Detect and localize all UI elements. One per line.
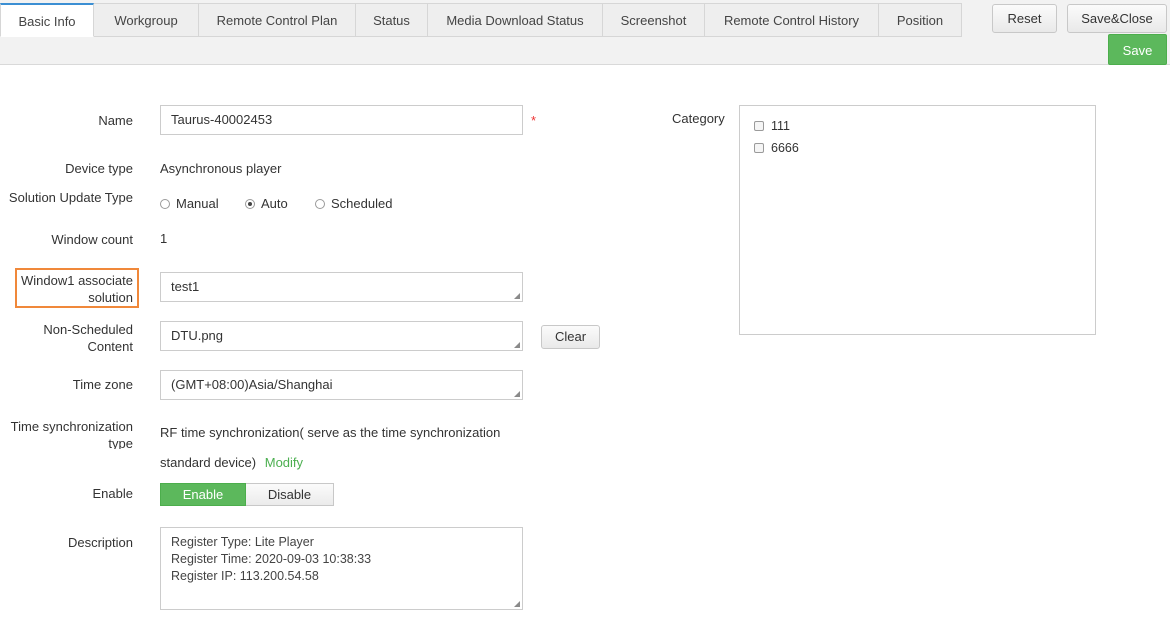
window1-solution-select[interactable]: test1 bbox=[160, 272, 523, 302]
save-button[interactable]: Save bbox=[1108, 34, 1167, 65]
checkbox-icon bbox=[754, 143, 764, 153]
clear-button[interactable]: Clear bbox=[541, 325, 600, 349]
description-textarea[interactable]: Register Type: Lite Player Register Time… bbox=[160, 527, 523, 610]
description-line: Register Type: Lite Player bbox=[171, 535, 314, 549]
enable-toggle: Enable Disable bbox=[160, 483, 334, 506]
category-item-label: 111 bbox=[771, 119, 791, 133]
radio-icon bbox=[160, 199, 170, 209]
window-count-label: Window count bbox=[51, 232, 133, 247]
resize-grip-icon bbox=[514, 293, 520, 299]
category-list: 111 6666 bbox=[739, 105, 1096, 335]
enable-option[interactable]: Enable bbox=[160, 483, 246, 506]
non-scheduled-select[interactable]: DTU.png bbox=[160, 321, 523, 351]
update-radio-manual[interactable]: Manual bbox=[160, 195, 219, 212]
category-item-111[interactable]: 111 bbox=[754, 118, 790, 134]
device-type-label: Device type bbox=[65, 161, 133, 176]
update-type-label: Solution Update Type bbox=[8, 190, 133, 205]
resize-grip-icon bbox=[514, 391, 520, 397]
window-count-value: 1 bbox=[160, 231, 168, 246]
device-type-value: Asynchronous player bbox=[160, 161, 282, 176]
timezone-label: Time zone bbox=[72, 377, 133, 392]
update-option-auto-label: Auto bbox=[261, 196, 288, 211]
update-option-manual-label: Manual bbox=[176, 196, 219, 211]
checkbox-icon bbox=[754, 121, 764, 131]
save-close-button[interactable]: Save&Close bbox=[1067, 4, 1167, 33]
update-option-scheduled-label: Scheduled bbox=[331, 196, 393, 211]
category-label: Category bbox=[672, 111, 725, 126]
tab-media-download-status[interactable]: Media Download Status bbox=[428, 3, 603, 37]
modify-link[interactable]: Modify bbox=[265, 455, 303, 470]
update-radio-scheduled[interactable]: Scheduled bbox=[315, 195, 392, 212]
disable-option[interactable]: Disable bbox=[246, 483, 334, 506]
tab-status[interactable]: Status bbox=[356, 3, 428, 37]
description-line: Register IP: 113.200.54.58 bbox=[171, 569, 319, 583]
tab-remote-control-history[interactable]: Remote Control History bbox=[705, 3, 879, 37]
radio-icon bbox=[315, 199, 325, 209]
window1-solution-label: Window1 associate solution bbox=[21, 273, 133, 305]
tab-bar: Basic Info Workgroup Remote Control Plan… bbox=[0, 3, 962, 37]
window1-solution-value: test1 bbox=[171, 279, 200, 294]
enable-label: Enable bbox=[92, 486, 133, 501]
tab-workgroup[interactable]: Workgroup bbox=[94, 3, 199, 37]
sync-type-value-line2-text: standard device) bbox=[160, 455, 257, 470]
tab-basic-info[interactable]: Basic Info bbox=[0, 3, 94, 37]
tab-screenshot[interactable]: Screenshot bbox=[603, 3, 705, 37]
non-scheduled-value: DTU.png bbox=[171, 328, 224, 343]
description-label: Description bbox=[67, 535, 133, 550]
radio-selected-icon bbox=[245, 199, 255, 209]
reset-button[interactable]: Reset bbox=[992, 4, 1057, 33]
sync-type-value-line2: standard device) Modify bbox=[160, 454, 303, 471]
non-scheduled-label: Non-Scheduled Content bbox=[43, 322, 133, 354]
required-mark: * bbox=[531, 113, 537, 128]
tab-position[interactable]: Position bbox=[879, 3, 962, 37]
sync-type-value-line1: RF time synchronization( serve as the ti… bbox=[160, 425, 501, 440]
timezone-select[interactable]: (GMT+08:00)Asia/Shanghai bbox=[160, 370, 523, 400]
name-input[interactable]: Taurus-40002453 bbox=[160, 105, 523, 135]
resize-grip-icon bbox=[514, 601, 520, 607]
name-label: Name bbox=[98, 113, 133, 128]
description-line: Register Time: 2020-09-03 10:38:33 bbox=[171, 552, 372, 566]
timezone-value: (GMT+08:00)Asia/Shanghai bbox=[171, 377, 333, 392]
resize-grip-icon bbox=[514, 342, 520, 348]
category-item-label: 6666 bbox=[771, 141, 799, 155]
sync-type-label: Time synchronization type bbox=[10, 419, 133, 449]
category-item-6666[interactable]: 6666 bbox=[754, 140, 799, 156]
update-radio-auto[interactable]: Auto bbox=[245, 195, 288, 212]
top-toolbar: Basic Info Workgroup Remote Control Plan… bbox=[0, 0, 1170, 65]
tab-remote-control-plan[interactable]: Remote Control Plan bbox=[199, 3, 356, 37]
